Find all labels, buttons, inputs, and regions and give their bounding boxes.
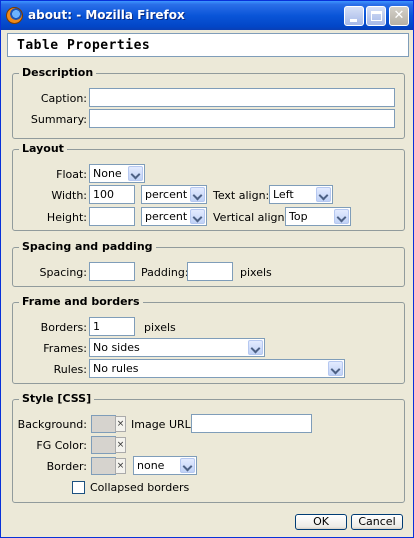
borders-label: Borders:: [40, 321, 87, 334]
frame-group: Frame and borders Borders: pixels Frames…: [12, 295, 405, 384]
float-select[interactable]: None: [89, 164, 145, 183]
dialog-header: Table Properties: [7, 33, 409, 57]
close-button[interactable]: ✕: [389, 6, 409, 26]
width-label: Width:: [51, 189, 87, 202]
chevron-down-icon: [328, 361, 343, 376]
summary-label: Summary:: [30, 113, 87, 126]
height-unit-select[interactable]: percent: [141, 207, 207, 226]
background-color-swatch[interactable]: [91, 415, 116, 433]
float-label: Float:: [56, 168, 87, 181]
borders-unit-label: pixels: [144, 321, 176, 334]
fg-color-clear-button[interactable]: ×: [115, 437, 126, 453]
layout-group: Layout Float: None Width: percent Text a…: [12, 142, 405, 231]
text-align-select[interactable]: Left: [269, 185, 333, 204]
height-unit-value: percent: [145, 210, 188, 223]
chevron-down-icon: [190, 187, 205, 202]
cancel-button[interactable]: Cancel: [351, 514, 403, 530]
chevron-down-icon: [128, 166, 143, 181]
vertical-align-select[interactable]: Top: [285, 207, 351, 226]
float-value: None: [93, 167, 122, 180]
width-input[interactable]: [89, 185, 135, 204]
maximize-button[interactable]: [366, 6, 386, 26]
height-label: Height:: [46, 211, 87, 224]
border-style-value: none: [137, 459, 165, 472]
border-style-select[interactable]: none: [133, 456, 197, 475]
vertical-align-label: Vertical align:: [213, 211, 289, 224]
border-clear-button[interactable]: ×: [115, 458, 126, 474]
background-clear-button[interactable]: ×: [115, 416, 126, 432]
collapsed-borders-checkbox[interactable]: [72, 481, 85, 494]
title-bar[interactable]: about: - Mozilla Firefox ✕: [1, 1, 413, 30]
spacing-unit-label: pixels: [240, 266, 272, 279]
width-unit-value: percent: [145, 188, 188, 201]
style-legend: Style [CSS]: [19, 392, 95, 405]
frames-select[interactable]: No sides: [89, 338, 265, 357]
height-input[interactable]: [89, 207, 135, 226]
padding-input[interactable]: [187, 262, 233, 281]
frames-label: Frames:: [43, 342, 87, 355]
fg-color-label: FG Color:: [36, 439, 87, 452]
text-align-label: Text align:: [213, 189, 270, 202]
fg-color-swatch[interactable]: [91, 436, 116, 454]
rules-select[interactable]: No rules: [89, 359, 345, 378]
image-url-input[interactable]: [191, 414, 312, 433]
rules-label: Rules:: [53, 363, 87, 376]
background-label: Background:: [17, 418, 87, 431]
layout-legend: Layout: [19, 142, 67, 155]
border-color-swatch[interactable]: [91, 457, 116, 475]
spacing-group: Spacing and padding Spacing: Padding: pi…: [12, 240, 405, 287]
style-group: Style [CSS] Background: × Image URL: FG …: [12, 392, 405, 503]
description-legend: Description: [19, 66, 97, 79]
frames-value: No sides: [93, 341, 140, 354]
caption-input[interactable]: [89, 88, 395, 107]
vertical-align-value: Top: [289, 210, 308, 223]
border-label: Border:: [46, 460, 87, 473]
chevron-down-icon: [180, 458, 195, 473]
description-group: Description Caption: Summary:: [12, 66, 405, 139]
chevron-down-icon: [334, 209, 349, 224]
minimize-button[interactable]: [344, 6, 364, 26]
chevron-down-icon: [316, 187, 331, 202]
frame-legend: Frame and borders: [19, 295, 143, 308]
width-unit-select[interactable]: percent: [141, 185, 207, 204]
spacing-input[interactable]: [89, 262, 135, 281]
borders-input[interactable]: [89, 317, 135, 336]
text-align-value: Left: [273, 188, 294, 201]
close-icon: ✕: [393, 8, 405, 23]
rules-value: No rules: [93, 362, 139, 375]
maximize-icon: [371, 11, 382, 21]
image-url-label: Image URL:: [131, 418, 195, 431]
spacing-legend: Spacing and padding: [19, 240, 156, 253]
summary-input[interactable]: [89, 109, 395, 128]
caption-label: Caption:: [40, 92, 87, 105]
firefox-logo-icon: [6, 7, 23, 24]
ok-button[interactable]: OK: [295, 514, 347, 530]
spacing-label: Spacing:: [39, 266, 87, 279]
minimize-icon: [350, 19, 357, 22]
window-title: about: - Mozilla Firefox: [28, 8, 185, 22]
chevron-down-icon: [190, 209, 205, 224]
collapsed-borders-label[interactable]: Collapsed borders: [90, 481, 189, 494]
chevron-down-icon: [248, 340, 263, 355]
padding-label: Padding:: [141, 266, 189, 279]
dialog-title: Table Properties: [17, 38, 151, 53]
dialog-window: about: - Mozilla Firefox ✕ Table Propert…: [0, 0, 414, 538]
